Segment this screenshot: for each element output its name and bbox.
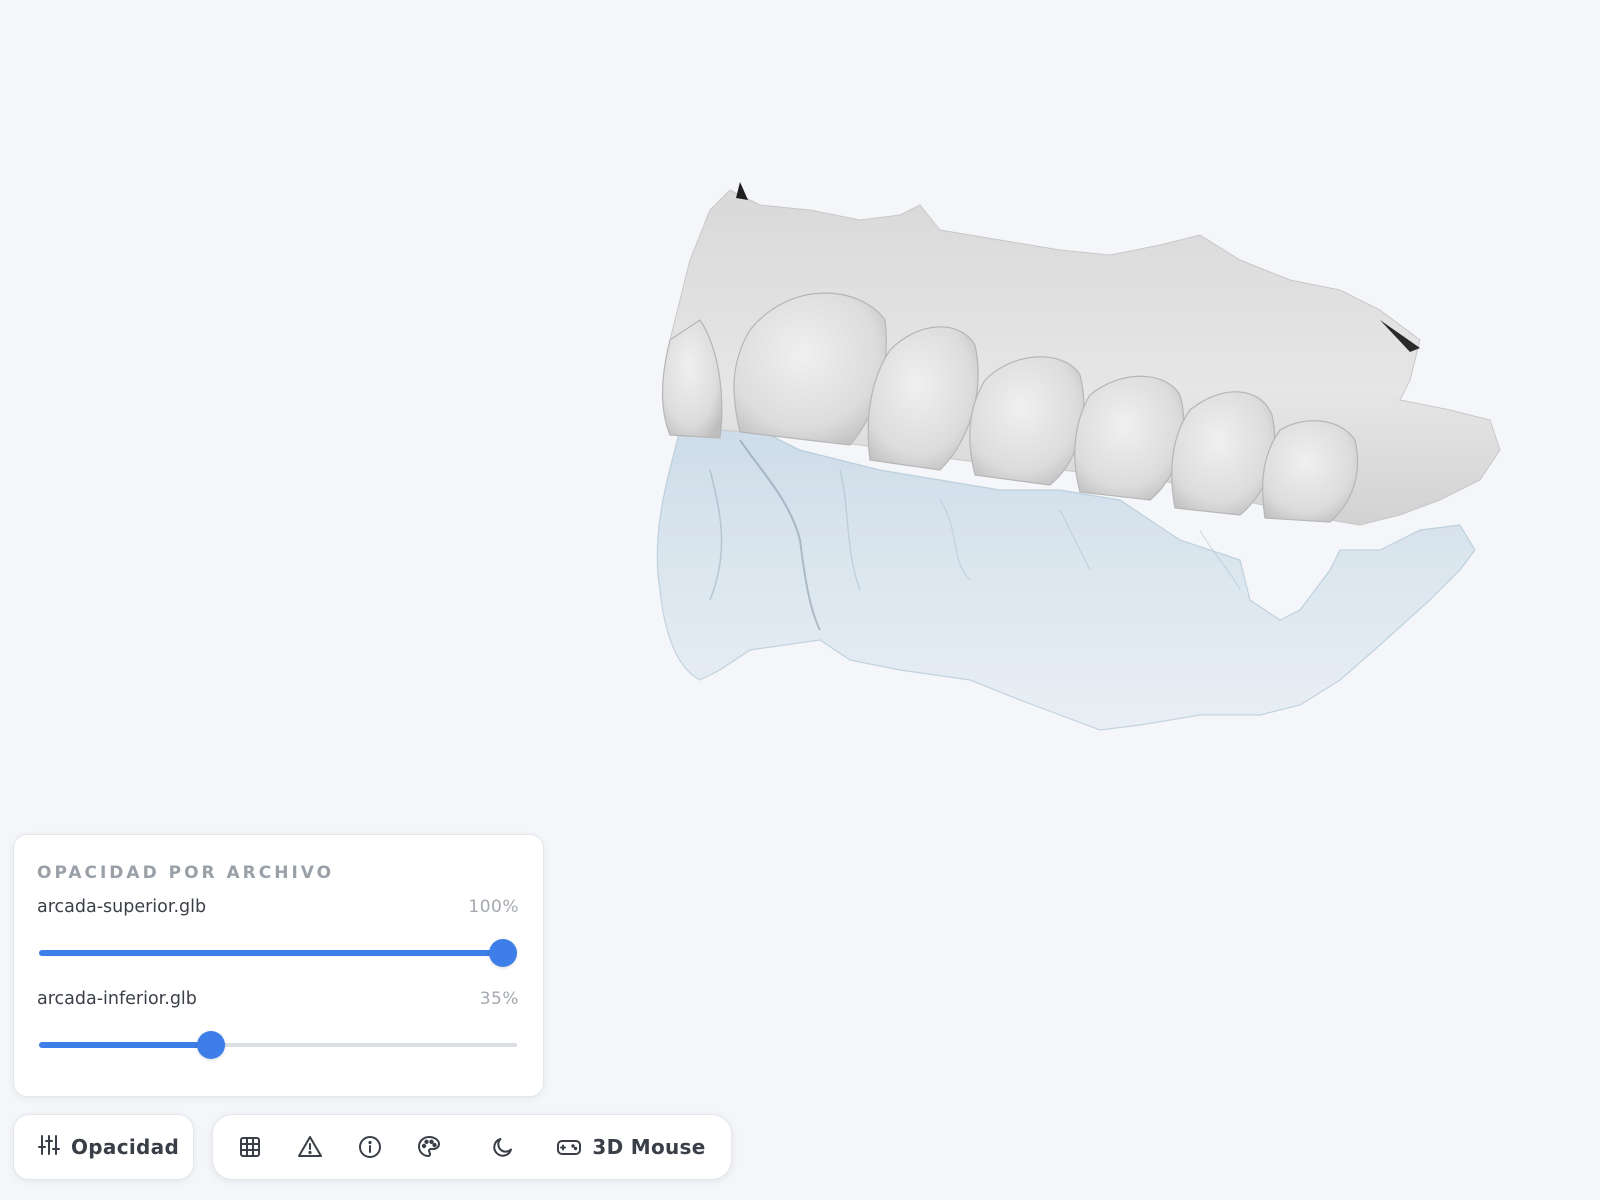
viewer-toolbar: 3D Mouse	[212, 1114, 732, 1180]
opacity-panel: OPACIDAD POR ARCHIVO arcada-superior.glb…	[13, 834, 544, 1097]
warning-icon	[297, 1135, 323, 1159]
file-name: arcada-inferior.glb	[37, 989, 197, 1009]
slider-thumb[interactable]	[489, 939, 517, 967]
opacity-slider-lower[interactable]	[37, 1025, 519, 1065]
dental-model[interactable]	[640, 170, 1540, 760]
opacity-button-label: Opacidad	[71, 1135, 180, 1159]
gamepad-icon	[556, 1135, 582, 1159]
sliders-icon	[37, 1133, 61, 1162]
3d-mouse-label: 3D Mouse	[592, 1135, 706, 1159]
file-row-upper: arcada-superior.glb 100%	[37, 897, 519, 927]
slider-fill	[39, 1042, 211, 1048]
wireframe-toggle-button[interactable]	[225, 1115, 275, 1179]
slider-fill	[39, 950, 503, 956]
warnings-button[interactable]	[285, 1115, 335, 1179]
3d-viewport[interactable]: OPACIDAD POR ARCHIVO arcada-superior.glb…	[0, 0, 1600, 1200]
grid-icon	[238, 1135, 262, 1159]
file-name: arcada-superior.glb	[37, 897, 207, 917]
dark-mode-button[interactable]	[478, 1115, 528, 1179]
palette-icon	[417, 1135, 441, 1159]
3d-mouse-button[interactable]: 3D Mouse	[551, 1115, 711, 1179]
info-button[interactable]	[345, 1115, 395, 1179]
opacity-slider-upper[interactable]	[37, 933, 519, 973]
file-percent: 35%	[479, 989, 519, 1009]
info-icon	[358, 1135, 382, 1159]
file-percent: 100%	[468, 897, 519, 917]
opacity-toggle-button[interactable]: Opacidad	[13, 1114, 194, 1180]
file-row-lower: arcada-inferior.glb 35%	[37, 989, 519, 1019]
slider-thumb[interactable]	[196, 1031, 225, 1059]
moon-icon	[491, 1135, 515, 1159]
panel-title: OPACIDAD POR ARCHIVO	[37, 863, 335, 883]
color-button[interactable]	[404, 1115, 454, 1179]
